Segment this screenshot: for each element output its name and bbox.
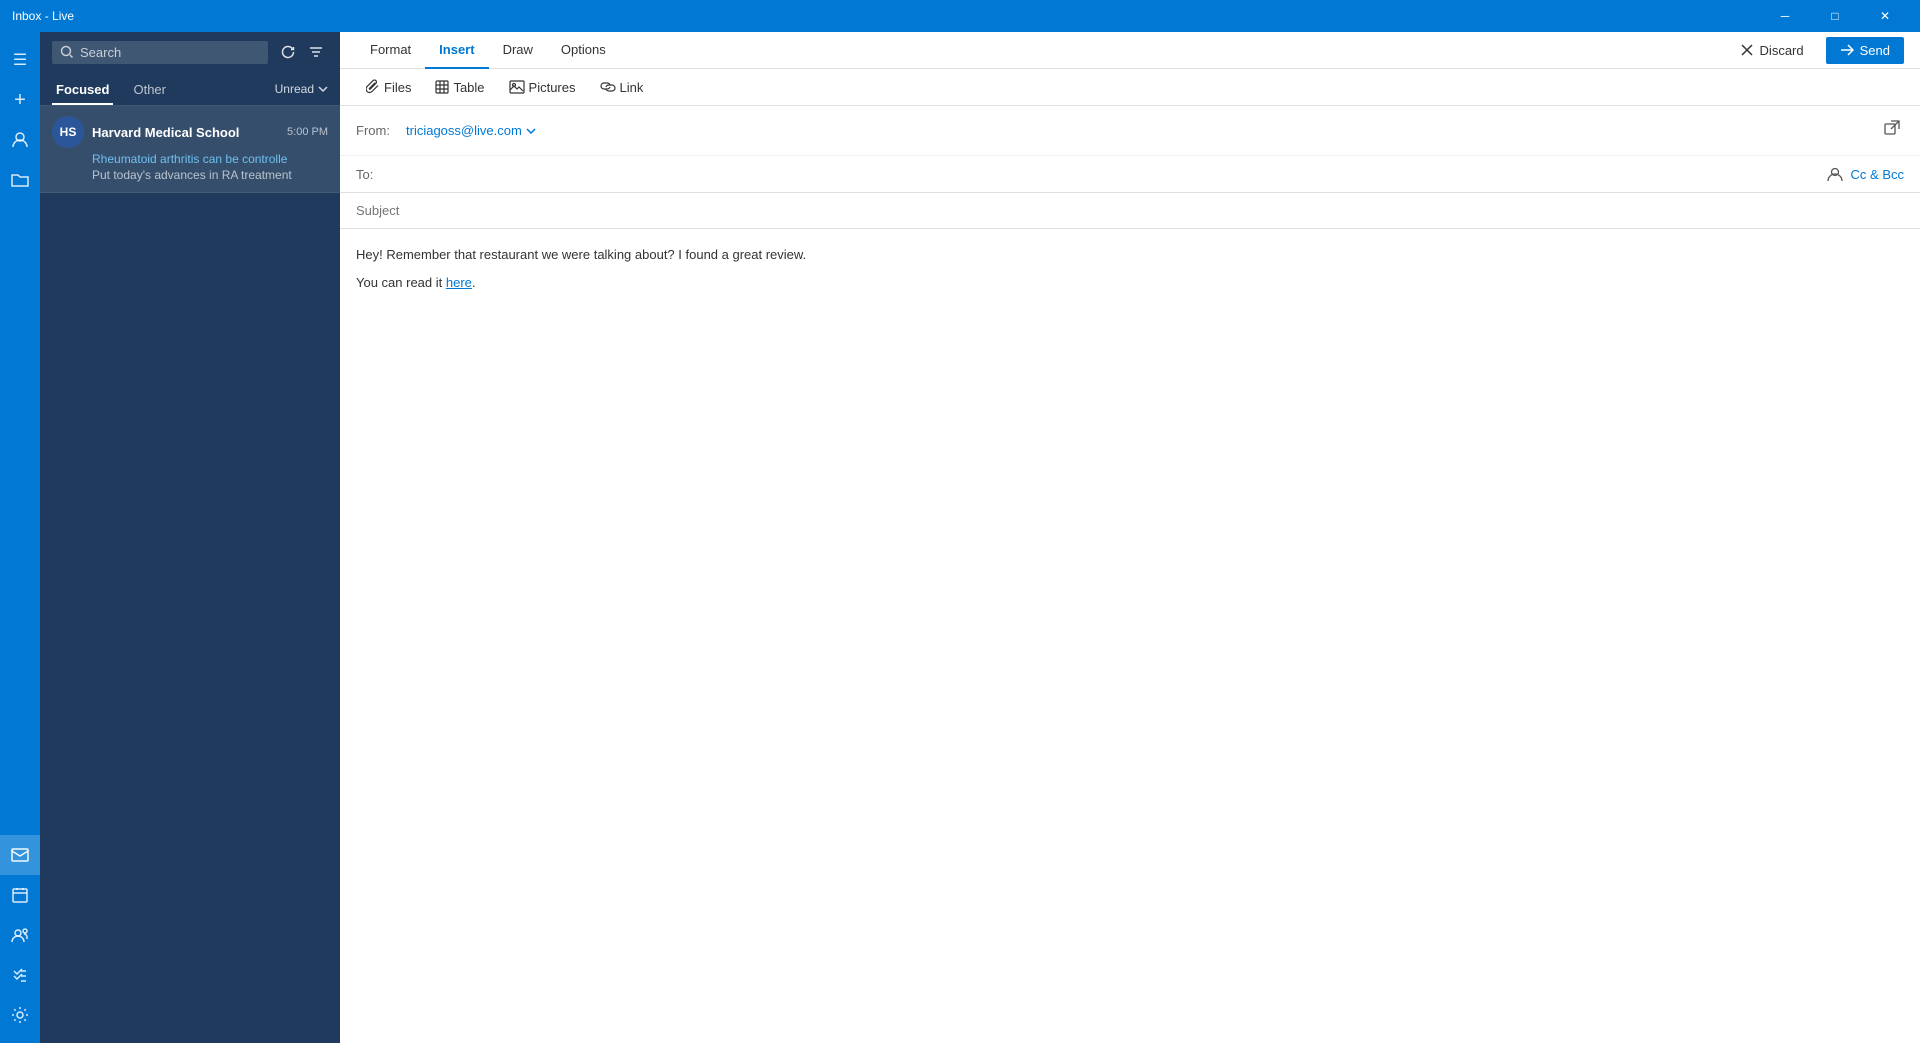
- compose-body[interactable]: Hey! Remember that restaurant we were ta…: [340, 229, 1920, 1043]
- avatar: HS: [52, 116, 84, 148]
- compose-tab-group: Format Insert Draw Options: [356, 32, 620, 68]
- from-email: triciagoss@live.com: [406, 123, 522, 138]
- to-label: To:: [356, 167, 406, 182]
- mail-sender: Harvard Medical School: [92, 125, 279, 140]
- from-field: From: triciagoss@live.com: [340, 106, 1920, 156]
- cc-bcc-button[interactable]: Cc & Bcc: [1851, 167, 1904, 182]
- app-body: ☰ +: [0, 32, 1920, 1043]
- search-bar[interactable]: [52, 41, 268, 64]
- mail-icon[interactable]: [0, 835, 40, 875]
- open-window-button[interactable]: [1880, 116, 1904, 145]
- subject-field: [340, 193, 1920, 229]
- restore-button[interactable]: □: [1812, 0, 1858, 32]
- from-label: From:: [356, 123, 406, 138]
- add-icon[interactable]: +: [0, 80, 40, 120]
- link-icon: [600, 81, 616, 93]
- mail-subject: Rheumatoid arthritis can be controlle: [92, 152, 328, 166]
- folder-icon[interactable]: [0, 160, 40, 200]
- chevron-down-icon: [318, 86, 328, 92]
- filter-button[interactable]: [304, 40, 328, 64]
- search-icon: [60, 45, 74, 59]
- to-field: To: Cc & Bcc: [340, 156, 1920, 192]
- tab-options[interactable]: Options: [547, 32, 620, 69]
- pictures-icon: [509, 80, 525, 94]
- pictures-button[interactable]: Pictures: [499, 76, 586, 99]
- open-window-icon: [1884, 120, 1900, 136]
- contacts-icon[interactable]: [0, 915, 40, 955]
- discard-icon: [1740, 43, 1754, 57]
- body-line2: You can read it here.: [356, 273, 1904, 293]
- close-button[interactable]: ✕: [1862, 0, 1908, 32]
- refresh-button[interactable]: [276, 40, 300, 64]
- calendar-icon[interactable]: [0, 875, 40, 915]
- app-title: Inbox - Live: [12, 9, 74, 23]
- pictures-label: Pictures: [529, 80, 576, 95]
- minimize-button[interactable]: ─: [1762, 0, 1808, 32]
- table-icon: [435, 80, 449, 94]
- discard-label: Discard: [1760, 43, 1804, 58]
- files-button[interactable]: Files: [356, 75, 421, 99]
- tab-insert[interactable]: Insert: [425, 32, 488, 69]
- send-button[interactable]: Send: [1826, 37, 1904, 64]
- mail-preview: Put today's advances in RA treatment: [92, 168, 328, 182]
- mail-item-header: HS Harvard Medical School 5:00 PM: [52, 116, 328, 148]
- unread-filter[interactable]: Unread: [275, 82, 328, 100]
- body-line2-suffix: .: [472, 275, 476, 290]
- settings-icon[interactable]: [0, 995, 40, 1035]
- send-icon: [1840, 43, 1854, 57]
- send-label: Send: [1860, 43, 1890, 58]
- tab-focused[interactable]: Focused: [52, 76, 113, 105]
- from-chevron-icon: [526, 128, 536, 134]
- compose-toolbar: Files Table Pictures Link: [340, 69, 1920, 106]
- paperclip-icon: [366, 79, 380, 95]
- discard-button[interactable]: Discard: [1726, 37, 1818, 64]
- link-button[interactable]: Link: [590, 76, 654, 99]
- mail-item[interactable]: HS Harvard Medical School 5:00 PM Rheuma…: [40, 106, 340, 193]
- unread-label: Unread: [275, 82, 314, 96]
- table-button[interactable]: Table: [425, 76, 494, 99]
- sidebar-icons: ☰ +: [0, 32, 40, 1043]
- body-line2-prefix: You can read it: [356, 275, 446, 290]
- search-input[interactable]: [80, 45, 260, 60]
- subject-input[interactable]: [356, 203, 1904, 218]
- tasks-icon[interactable]: [0, 955, 40, 995]
- link-label: Link: [620, 80, 644, 95]
- people-icon[interactable]: [0, 120, 40, 160]
- compose-pane: Format Insert Draw Options Discard Send: [340, 32, 1920, 1043]
- add-recipient-icon[interactable]: [1827, 166, 1843, 182]
- compose-tabs: Format Insert Draw Options Discard Send: [340, 32, 1920, 69]
- header-buttons: [276, 40, 328, 64]
- window-controls: ─ □ ✕: [1762, 0, 1908, 32]
- mail-time: 5:00 PM: [287, 126, 328, 138]
- tab-other[interactable]: Other: [129, 76, 170, 105]
- folder-tabs: Focused Other Unread: [40, 72, 340, 106]
- mail-list: HS Harvard Medical School 5:00 PM Rheuma…: [40, 106, 340, 1043]
- to-input[interactable]: [406, 167, 1827, 182]
- from-value[interactable]: triciagoss@live.com: [406, 123, 1880, 138]
- compose-fields: From: triciagoss@live.com To: Cc & Bcc: [340, 106, 1920, 193]
- compose-tab-actions: Discard Send: [1726, 37, 1904, 64]
- mail-panel: Focused Other Unread HS Harvard Medical …: [40, 32, 340, 1043]
- to-field-actions: Cc & Bcc: [1827, 166, 1904, 182]
- hamburger-icon[interactable]: ☰: [0, 40, 40, 80]
- body-line1: Hey! Remember that restaurant we were ta…: [356, 245, 1904, 265]
- body-link[interactable]: here: [446, 275, 472, 290]
- title-bar: Inbox - Live ─ □ ✕: [0, 0, 1920, 32]
- files-label: Files: [384, 80, 411, 95]
- tab-draw[interactable]: Draw: [489, 32, 547, 69]
- tab-format[interactable]: Format: [356, 32, 425, 69]
- table-label: Table: [453, 80, 484, 95]
- mail-panel-header: [40, 32, 340, 72]
